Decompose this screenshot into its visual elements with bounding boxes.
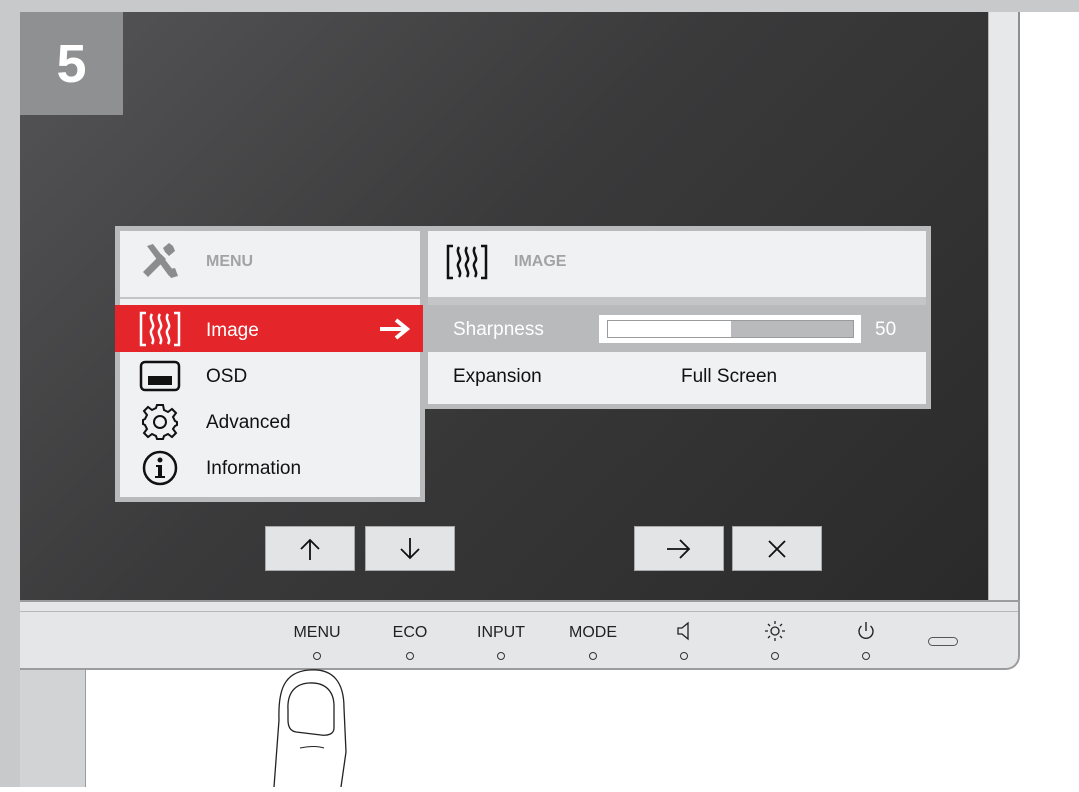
bezel-eco-label: ECO xyxy=(392,624,428,641)
bezel-edge-line xyxy=(20,611,1018,612)
nav-enter-button[interactable] xyxy=(634,526,724,571)
expansion-label[interactable]: Expansion xyxy=(453,366,542,388)
image-wave-icon xyxy=(138,310,182,348)
bezel-menu-button[interactable] xyxy=(313,652,321,660)
arrow-right-icon xyxy=(378,317,412,341)
monitor-right-edge xyxy=(1018,12,1020,602)
sharpness-label: Sharpness xyxy=(453,319,544,340)
nav-close-button[interactable] xyxy=(732,526,822,571)
arrow-down-icon xyxy=(400,537,420,559)
monitor-stand xyxy=(20,670,86,787)
nav-down-button[interactable] xyxy=(365,526,455,571)
power-led-indicator xyxy=(928,637,958,646)
menu-item-information-label[interactable]: Information xyxy=(206,458,301,480)
bezel-mode-label: MODE xyxy=(569,624,617,641)
menu-item-image-label: Image xyxy=(206,320,259,341)
osd-main-menu-divider xyxy=(120,297,420,299)
volume-icon xyxy=(674,619,698,643)
power-icon xyxy=(854,619,878,643)
arrow-right-icon xyxy=(667,538,691,559)
step-number-badge: 5 xyxy=(20,12,123,115)
bezel-brightness-button[interactable] xyxy=(771,652,779,660)
monitor-right-bezel xyxy=(988,12,1020,602)
close-icon xyxy=(768,539,786,558)
info-icon[interactable] xyxy=(141,449,179,487)
menu-item-advanced-label[interactable]: Advanced xyxy=(206,412,291,434)
gear-icon[interactable] xyxy=(141,403,179,441)
bezel-menu-label: MENU xyxy=(293,624,341,641)
osd-submenu-divider xyxy=(428,297,926,305)
bezel-power-button[interactable] xyxy=(862,652,870,660)
brightness-icon xyxy=(763,619,787,643)
nav-up-button[interactable] xyxy=(265,526,355,571)
bezel-volume-button[interactable] xyxy=(680,652,688,660)
bezel-input-label: INPUT xyxy=(477,624,525,641)
osd-screen-icon[interactable] xyxy=(138,359,182,393)
menu-item-osd-label[interactable]: OSD xyxy=(206,366,247,388)
sharpness-slider-fill xyxy=(608,321,731,337)
arrow-up-icon xyxy=(300,538,320,560)
monitor-top-edge xyxy=(0,0,1079,12)
bezel-eco-button[interactable] xyxy=(406,652,414,660)
bezel-mode-button[interactable] xyxy=(589,652,597,660)
bezel-input-button[interactable] xyxy=(497,652,505,660)
osd-submenu-title: IMAGE xyxy=(514,253,567,270)
expansion-value[interactable]: Full Screen xyxy=(681,366,777,388)
finger-illustration xyxy=(262,664,372,788)
tools-icon xyxy=(139,240,181,280)
image-wave-icon xyxy=(445,243,489,281)
sharpness-value: 50 xyxy=(875,319,897,340)
osd-menu-title: MENU xyxy=(206,253,254,270)
monitor-left-edge xyxy=(0,12,20,787)
